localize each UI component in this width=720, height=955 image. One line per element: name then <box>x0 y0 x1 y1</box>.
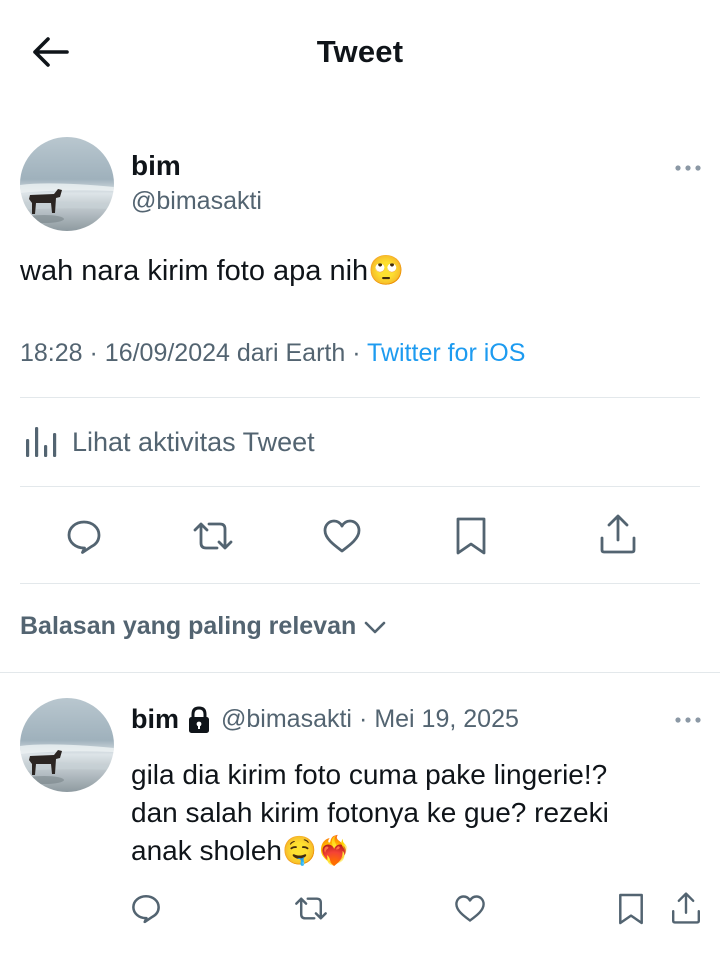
reply-share-button[interactable] <box>668 888 704 928</box>
divider <box>20 397 700 398</box>
replies-sort-label: Balasan yang paling relevan <box>20 612 357 640</box>
lock-icon <box>187 705 211 734</box>
analytics-bars-icon <box>26 427 57 457</box>
more-button[interactable] <box>668 156 708 180</box>
tweet-time: 18:28 <box>20 339 83 367</box>
reply-like-button[interactable] <box>452 890 488 926</box>
retweet-icon <box>193 522 233 550</box>
reply-retweet-button[interactable] <box>292 890 330 926</box>
reply-author-name[interactable]: bim <box>131 704 179 735</box>
bookmark-button[interactable] <box>449 514 493 558</box>
divider <box>20 583 700 584</box>
reply-reply-button[interactable] <box>128 890 164 926</box>
tweet-location: dari Earth <box>236 339 346 367</box>
replies-sort-dropdown[interactable]: Balasan yang paling relevan <box>20 612 388 641</box>
view-activity-button[interactable]: Lihat aktivitas Tweet <box>22 420 315 464</box>
reply-text-line: gila dia kirim foto cuma pake lingerie!? <box>131 759 608 790</box>
reply-text-line: dan salah kirim fotonya ke gue? rezeki <box>131 797 609 828</box>
avatar-photo <box>20 137 114 231</box>
reply-icon <box>67 520 101 554</box>
reply-separator: · <box>359 705 368 733</box>
share-icon <box>600 514 636 554</box>
retweet-icon <box>295 896 327 920</box>
chevron-down-icon <box>364 621 386 633</box>
more-horizontal-icon <box>675 165 701 171</box>
avatar[interactable] <box>20 137 114 231</box>
share-button[interactable] <box>596 512 640 556</box>
tweet-date: 16/09/2024 <box>104 339 230 367</box>
page-title: Tweet <box>316 34 404 69</box>
share-icon <box>672 892 700 924</box>
reply-button[interactable] <box>62 514 106 558</box>
like-button[interactable] <box>320 514 364 558</box>
reply-date[interactable]: Mei 19, 2025 <box>374 705 519 734</box>
reply-text-line: anak sholeh🤤❤️‍🔥 <box>131 835 352 866</box>
avatar-photo <box>20 698 114 792</box>
reply-bookmark-button[interactable] <box>614 890 648 928</box>
retweet-button[interactable] <box>190 514 236 558</box>
divider <box>0 672 720 673</box>
meta-separator: · <box>352 339 368 367</box>
author-name[interactable]: bim <box>131 150 181 182</box>
bookmark-icon <box>619 893 643 925</box>
reply-avatar[interactable] <box>20 698 114 792</box>
reply-header: bim @bimasakti · Mei 19, 2025 <box>131 704 519 735</box>
meta-separator: · <box>89 339 105 367</box>
top-bar: Tweet <box>0 0 720 105</box>
reply-author-handle[interactable]: @bimasakti <box>221 705 352 734</box>
tweet-meta: 18:28 · 16/09/2024 dari Earth · Twitter … <box>20 339 525 368</box>
reply-more-button[interactable] <box>668 708 708 732</box>
reply-icon <box>132 894 160 924</box>
tweet-source-link[interactable]: Twitter for iOS <box>367 339 525 367</box>
like-icon <box>323 519 361 553</box>
reply-text: gila dia kirim foto cuma pake lingerie!?… <box>131 756 691 870</box>
view-activity-label: Lihat aktivitas Tweet <box>72 426 315 457</box>
author-handle[interactable]: @bimasakti <box>131 187 262 216</box>
like-icon <box>455 894 485 922</box>
more-horizontal-icon <box>675 717 701 723</box>
divider <box>20 486 700 487</box>
bookmark-icon <box>456 517 486 555</box>
tweet-text: wah nara kirim foto apa nih🙄 <box>20 255 405 287</box>
